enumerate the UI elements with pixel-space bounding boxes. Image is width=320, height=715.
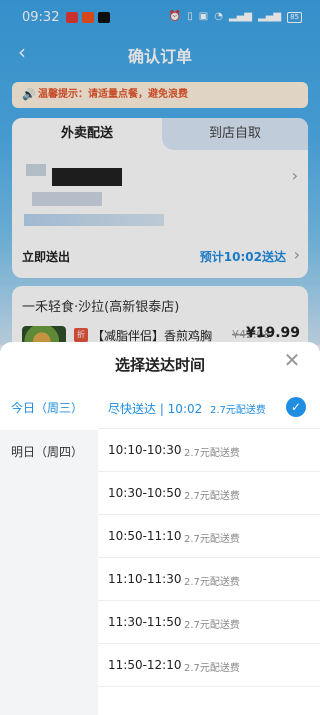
slot-fee: 2.7元配送费 bbox=[184, 448, 240, 459]
time-slot[interactable]: 10:50-11:10 2.7元配送费 bbox=[98, 515, 320, 558]
time-slot[interactable]: 11:30-11:50 2.7元配送费 bbox=[98, 601, 320, 644]
close-icon[interactable]: ✕ bbox=[280, 348, 304, 372]
time-slot[interactable]: 11:10-11:30 2.7元配送费 bbox=[98, 558, 320, 601]
delivery-time-sheet: 选择送达时间 ✕ 今日（周三） 明日（周四） 尽快送达 | 10:02 2.7元… bbox=[0, 342, 320, 715]
slot-fee: 2.7元配送费 bbox=[184, 491, 240, 502]
slot-time: 11:10-11:30 bbox=[108, 572, 182, 586]
slot-time: 尽快送达 | 10:02 bbox=[108, 402, 203, 416]
time-slot-list: 尽快送达 | 10:02 2.7元配送费 ✓ 10:10-10:30 2.7元配… bbox=[98, 386, 320, 715]
slot-time: 10:10-10:30 bbox=[108, 443, 182, 457]
slot-time: 11:50-12:10 bbox=[108, 658, 182, 672]
slot-time: 11:30-11:50 bbox=[108, 615, 182, 629]
slot-fee: 2.7元配送费 bbox=[184, 534, 240, 545]
slot-fee: 2.7元配送费 bbox=[184, 577, 240, 588]
sheet-title: 选择送达时间 bbox=[114, 356, 205, 374]
day-tomorrow[interactable]: 明日（周四） bbox=[0, 430, 98, 474]
time-slot[interactable]: 10:10-10:30 2.7元配送费 bbox=[98, 429, 320, 472]
slot-fee: 2.7元配送费 bbox=[184, 663, 240, 674]
day-list: 今日（周三） 明日（周四） bbox=[0, 386, 98, 715]
time-slot[interactable]: 10:30-10:50 2.7元配送费 bbox=[98, 472, 320, 515]
slot-time: 10:50-11:10 bbox=[108, 529, 182, 543]
time-slot[interactable]: 11:50-12:10 2.7元配送费 bbox=[98, 644, 320, 687]
slot-time: 10:30-10:50 bbox=[108, 486, 182, 500]
slot-fee: 2.7元配送费 bbox=[184, 620, 240, 631]
check-icon: ✓ bbox=[286, 397, 306, 417]
day-today[interactable]: 今日（周三） bbox=[0, 386, 98, 430]
slot-fee: 2.7元配送费 bbox=[210, 405, 266, 416]
time-slot[interactable]: 尽快送达 | 10:02 2.7元配送费 ✓ bbox=[98, 386, 320, 429]
